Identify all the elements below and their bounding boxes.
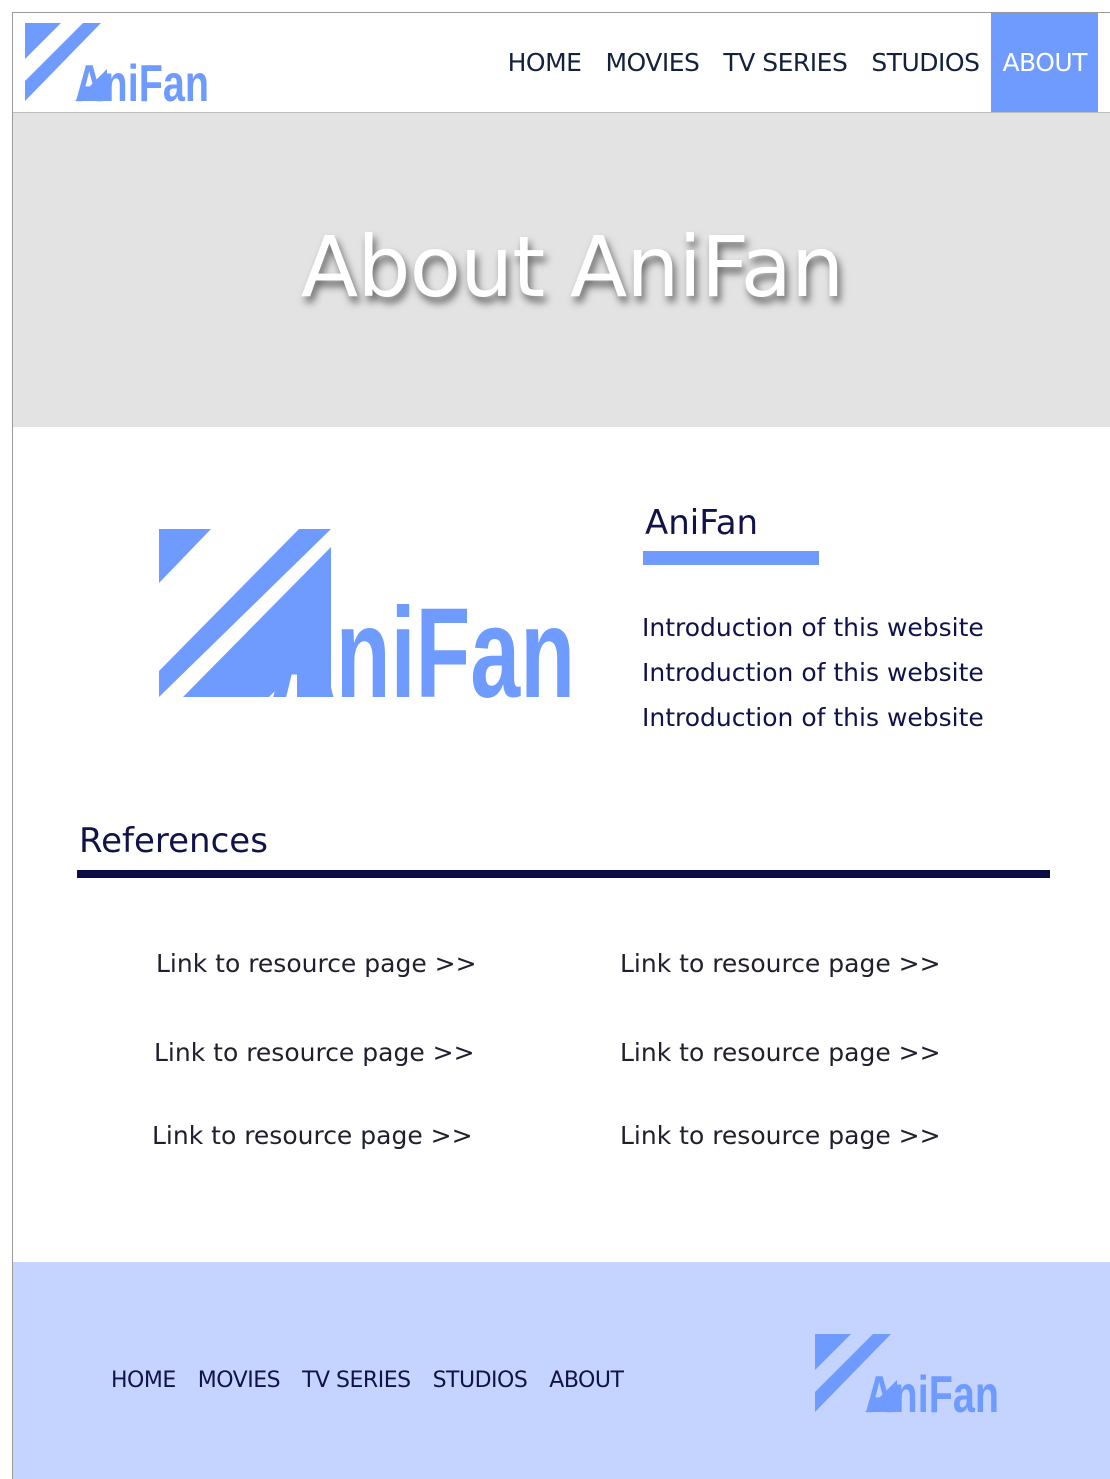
footer-nav: HOME MOVIES TV SERIES STUDIOS ABOUT xyxy=(111,1368,645,1393)
heading-underline xyxy=(643,551,819,565)
anifan-footer-logo: AniFan xyxy=(815,1334,999,1414)
anifan-logo[interactable]: AniFan xyxy=(23,23,213,105)
intro-text: Introduction of this website Introductio… xyxy=(642,605,984,740)
references-divider xyxy=(77,870,1050,878)
resource-link-6[interactable]: Link to resource page >> xyxy=(620,1121,941,1150)
intro-heading: AniFan xyxy=(645,503,759,543)
references-heading: References xyxy=(79,821,268,861)
svg-text:AniFan: AniFan xyxy=(75,55,209,105)
intro-line: Introduction of this website xyxy=(642,658,984,687)
resource-link-3[interactable]: Link to resource page >> xyxy=(154,1038,475,1067)
main-nav: HOME MOVIES TV SERIES STUDIOS ABOUT xyxy=(496,13,1098,112)
page-title: About AniFan xyxy=(300,218,844,316)
resource-link-1[interactable]: Link to resource page >> xyxy=(156,949,477,978)
resource-link-4[interactable]: Link to resource page >> xyxy=(620,1038,941,1067)
intro-line: Introduction of this website xyxy=(642,613,984,642)
nav-tv-series[interactable]: TV SERIES xyxy=(711,13,859,112)
page-banner: About AniFan xyxy=(13,113,1110,427)
site-footer: HOME MOVIES TV SERIES STUDIOS ABOUT AniF… xyxy=(13,1262,1110,1479)
nav-about[interactable]: ABOUT xyxy=(991,13,1098,112)
footer-nav-about[interactable]: ABOUT xyxy=(549,1368,624,1393)
svg-text:AniFan: AniFan xyxy=(271,582,575,701)
site-header: AniFan HOME MOVIES TV SERIES STUDIOS ABO… xyxy=(13,13,1110,113)
nav-home[interactable]: HOME xyxy=(496,13,594,112)
intro-line: Introduction of this website xyxy=(642,703,984,732)
resource-link-5[interactable]: Link to resource page >> xyxy=(152,1121,473,1150)
nav-movies[interactable]: MOVIES xyxy=(593,13,711,112)
footer-nav-tv-series[interactable]: TV SERIES xyxy=(302,1368,411,1393)
nav-studios[interactable]: STUDIOS xyxy=(859,13,991,112)
svg-text:AniFan: AniFan xyxy=(865,1366,999,1414)
page-frame: AniFan HOME MOVIES TV SERIES STUDIOS ABO… xyxy=(12,12,1110,1479)
resource-link-2[interactable]: Link to resource page >> xyxy=(620,949,941,978)
footer-nav-studios[interactable]: STUDIOS xyxy=(433,1368,528,1393)
anifan-large-logo: AniFan xyxy=(159,529,575,701)
footer-nav-movies[interactable]: MOVIES xyxy=(198,1368,281,1393)
footer-nav-home[interactable]: HOME xyxy=(111,1368,176,1393)
